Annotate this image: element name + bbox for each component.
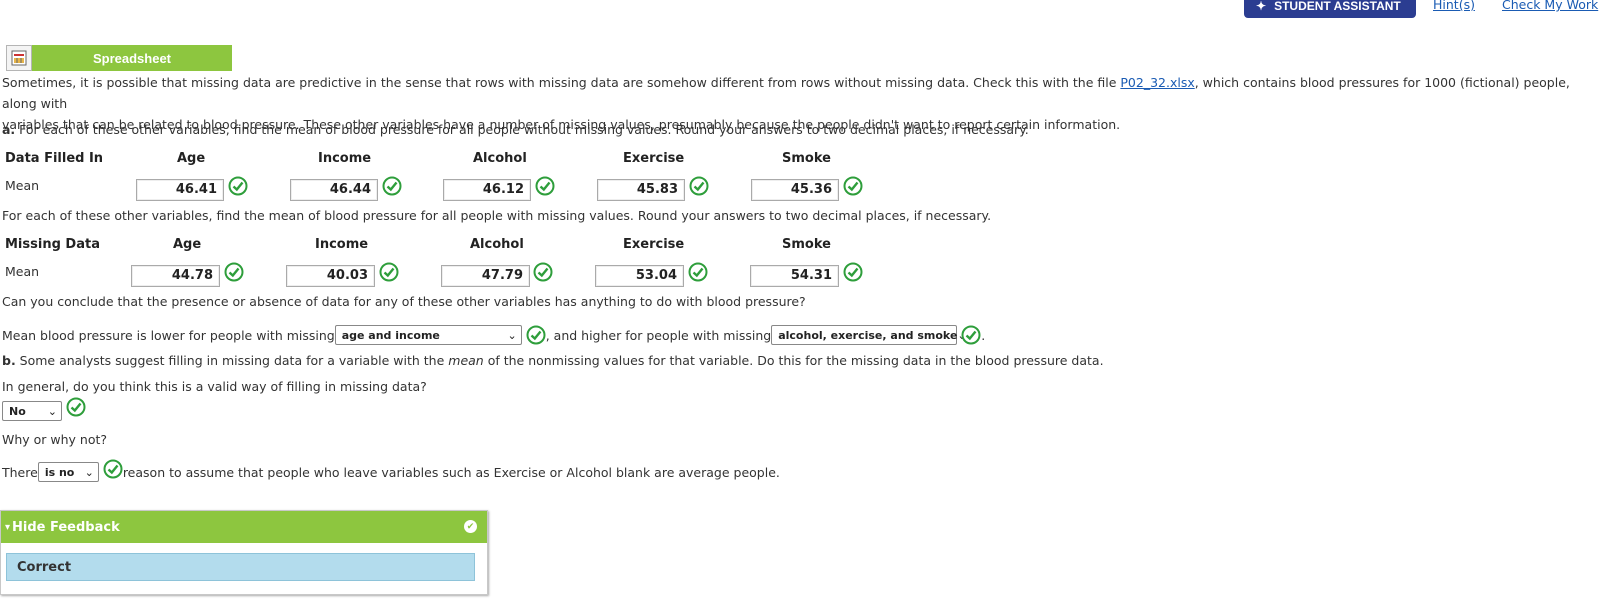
valid-select[interactable]: No ⌄ bbox=[2, 401, 62, 421]
table1-income-input[interactable]: 46.44 bbox=[290, 179, 378, 201]
table2-row-header: Missing Data bbox=[5, 237, 100, 252]
reason-part-a: There bbox=[2, 464, 38, 480]
check-icon bbox=[689, 176, 709, 196]
missing-lower-select[interactable]: age and income ⌄ bbox=[334, 325, 522, 345]
table2-col-age: Age bbox=[173, 237, 202, 252]
chevron-down-icon: ⌄ bbox=[507, 328, 517, 342]
select-value: alcohol, exercise, and smoke bbox=[778, 328, 958, 342]
check-icon bbox=[379, 262, 399, 282]
spreadsheet-control[interactable]: Spreadsheet bbox=[6, 45, 232, 71]
reason-part-b: reason to assume that people who leave v… bbox=[122, 464, 780, 480]
check-icon bbox=[228, 176, 248, 196]
sparkle-icon: ✦ bbox=[1256, 0, 1267, 13]
check-icon bbox=[533, 262, 553, 282]
table1-col-age: Age bbox=[177, 151, 206, 166]
missing-higher-select[interactable]: alcohol, exercise, and smoke⌄ bbox=[771, 325, 967, 345]
hide-feedback-label: Hide Feedback bbox=[12, 519, 120, 535]
student-assistant-label: STUDENT ASSISTANT bbox=[1274, 0, 1401, 13]
table2-col-income: Income bbox=[315, 237, 369, 252]
table2-row-label: Mean bbox=[5, 264, 40, 279]
valid-answer-row: No ⌄ bbox=[2, 397, 86, 421]
check-icon: ✔ bbox=[464, 520, 477, 533]
table2-col-alcohol: Alcohol bbox=[470, 237, 524, 252]
check-icon bbox=[224, 262, 244, 282]
file-link[interactable]: P02_32.xlsx bbox=[1120, 75, 1194, 90]
table1-col-exercise: Exercise bbox=[623, 151, 685, 166]
feedback-panel: ▾ Hide Feedback ✔ Correct bbox=[0, 510, 488, 595]
check-icon bbox=[535, 176, 555, 196]
part-b-text: Some analysts suggest filling in missing… bbox=[15, 353, 449, 368]
sentence-period: . bbox=[981, 327, 986, 343]
part-b-emphasis: mean bbox=[448, 353, 484, 368]
check-icon bbox=[843, 262, 863, 282]
table2-alcohol-input[interactable]: 47.79 bbox=[441, 265, 530, 287]
check-icon bbox=[103, 459, 123, 479]
hide-feedback-toggle[interactable]: ▾ Hide Feedback ✔ bbox=[1, 511, 487, 543]
check-icon bbox=[382, 176, 402, 196]
valid-question: In general, do you think this is a valid… bbox=[2, 379, 427, 394]
spreadsheet-button[interactable]: Spreadsheet bbox=[32, 45, 232, 71]
triangle-down-icon: ▾ bbox=[5, 521, 11, 533]
select-value: No bbox=[9, 404, 26, 418]
table1-col-alcohol: Alcohol bbox=[473, 151, 527, 166]
student-assistant-button[interactable]: ✦ STUDENT ASSISTANT bbox=[1244, 0, 1416, 18]
chevron-down-icon: ⌄ bbox=[47, 404, 57, 418]
table2-income-input[interactable]: 40.03 bbox=[286, 265, 375, 287]
hints-link[interactable]: Hint(s) bbox=[1433, 0, 1475, 12]
table2-age-input[interactable]: 44.78 bbox=[131, 265, 220, 287]
sentence-part-a: Mean blood pressure is lower for people … bbox=[2, 327, 335, 343]
chevron-down-icon: ⌄ bbox=[84, 465, 94, 479]
check-icon bbox=[843, 176, 863, 196]
table1-row-header: Data Filled In bbox=[5, 151, 104, 166]
part-a-label: a. bbox=[2, 122, 16, 137]
part-b-label: b. bbox=[2, 353, 16, 368]
select-value: is no bbox=[44, 465, 75, 479]
part-a-text: For each of these other variables, find … bbox=[15, 122, 1029, 137]
conclude-question: Can you conclude that the presence or ab… bbox=[2, 294, 806, 309]
reason-sentence: There is no ⌄ reason to assume that peopl… bbox=[2, 459, 780, 484]
intro-text: Sometimes, it is possible that missing d… bbox=[2, 75, 1121, 90]
why-question: Why or why not? bbox=[2, 432, 108, 447]
check-icon bbox=[688, 262, 708, 282]
table2-smoke-input[interactable]: 54.31 bbox=[750, 265, 839, 287]
table1-col-smoke: Smoke bbox=[782, 151, 831, 166]
conclusion-sentence: Mean blood pressure is lower for people … bbox=[2, 324, 985, 346]
table1-col-income: Income bbox=[318, 151, 372, 166]
missing-question: For each of these other variables, find … bbox=[2, 208, 992, 223]
table1-exercise-input[interactable]: 45.83 bbox=[597, 179, 685, 201]
sentence-part-b: , and higher for people with missing bbox=[545, 327, 772, 343]
table1-row-label: Mean bbox=[5, 178, 40, 193]
part-b-question: b. Some analysts suggest filling in miss… bbox=[2, 350, 1602, 371]
check-my-work-link[interactable]: Check My Work bbox=[1502, 0, 1598, 12]
table1-smoke-input[interactable]: 45.36 bbox=[751, 179, 839, 201]
check-icon bbox=[526, 325, 546, 345]
table2-col-exercise: Exercise bbox=[623, 237, 685, 252]
table1-alcohol-input[interactable]: 46.12 bbox=[443, 179, 531, 201]
select-value: age and income bbox=[341, 328, 440, 342]
table2-col-smoke: Smoke bbox=[782, 237, 831, 252]
reason-select[interactable]: is no ⌄ bbox=[37, 462, 99, 482]
part-b-text-cont: of the nonmissing values for that variab… bbox=[483, 353, 1104, 368]
table2-exercise-input[interactable]: 53.04 bbox=[595, 265, 684, 287]
spreadsheet-icon bbox=[6, 45, 32, 71]
check-icon bbox=[66, 397, 86, 417]
check-icon bbox=[961, 325, 981, 345]
table1-age-input[interactable]: 46.41 bbox=[136, 179, 224, 201]
part-a-question: a. For each of these other variables, fi… bbox=[2, 119, 1602, 140]
feedback-result: Correct bbox=[6, 553, 475, 581]
